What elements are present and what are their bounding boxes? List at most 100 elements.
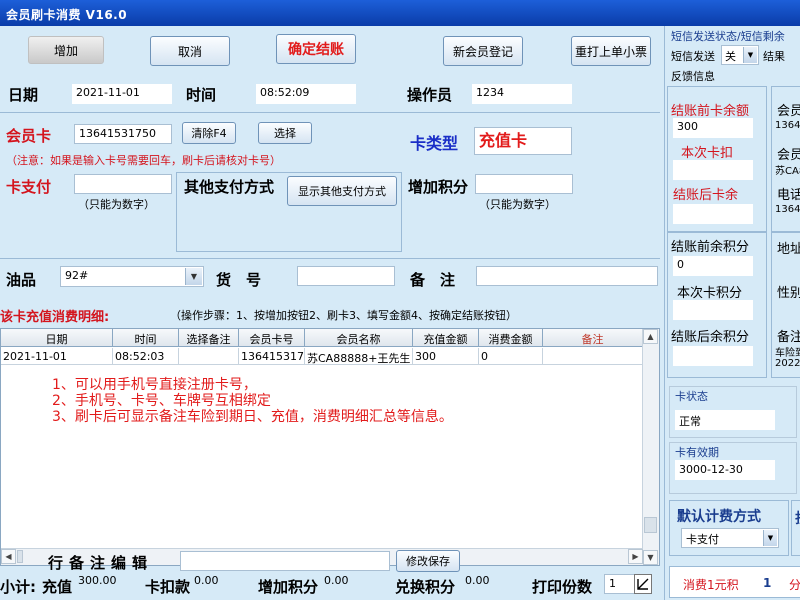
column-header[interactable]: 备注 [543, 329, 643, 346]
exchange-points-value: 0.00 [465, 574, 490, 587]
window-title: 会员刷卡消费 V16.0 [6, 8, 128, 22]
sidebar-remark-label: 备注 [777, 330, 800, 345]
card-status-value: 正常 [675, 410, 775, 430]
points-this-label: 本次卡积分 [677, 286, 743, 301]
date-label: 日期 [8, 86, 39, 104]
clear-card-button[interactable]: 清除F4 [182, 122, 236, 144]
fuel-label: 油品 [6, 271, 37, 289]
divider [0, 112, 660, 113]
member-label: 会员 [777, 104, 800, 119]
card-type-label: 卡类型 [410, 134, 459, 153]
operator-field[interactable]: 1234 [472, 84, 572, 104]
sms-send-select[interactable]: 关 ▼ [721, 45, 759, 65]
column-header[interactable]: 会员名称 [305, 329, 413, 346]
card-deduct-value: 0.00 [194, 574, 219, 587]
time-label: 时间 [186, 86, 217, 104]
chevron-down-icon[interactable]: ▼ [763, 530, 777, 546]
detail-title: 该卡充值消费明细: [0, 310, 110, 325]
detail-table[interactable]: 日期 时间 选择备注 会员卡号 会员名称 充值金额 消费金额 备注 2021-1… [0, 328, 660, 566]
new-member-button[interactable]: 新会员登记 [443, 36, 523, 66]
column-header[interactable]: 充值金额 [413, 329, 479, 346]
note-line: 3、刷卡后可显示备注车险到期日、充值，消费明细汇总等信息。 [52, 409, 453, 425]
scroll-up-icon[interactable]: ▲ [643, 329, 658, 344]
subtotal-label: 小计: [0, 578, 36, 596]
remark-input[interactable] [476, 266, 658, 286]
cancel-button[interactable]: 取消 [150, 36, 230, 66]
row-remark-input[interactable] [180, 551, 390, 571]
table-row[interactable]: 2021-11-01 08:52:03 13641531750 苏CA88888… [1, 348, 643, 365]
add-points-label: 增加积分 [408, 178, 469, 196]
table-cell: 0 [479, 348, 543, 364]
phone-value: 13641 [775, 204, 800, 215]
column-header[interactable]: 消费金额 [479, 329, 543, 346]
sms-status-label: 短信发送状态/短信剩余 [671, 30, 785, 43]
title-bar: 会员刷卡消费 V16.0 [0, 0, 800, 26]
feedback-label: 反馈信息 [671, 70, 715, 83]
fuel-select[interactable]: 92# ▼ [60, 266, 204, 287]
goods-number-input[interactable] [297, 266, 395, 286]
balance-after-value [673, 204, 753, 224]
card-type-field: 充值卡 [474, 127, 572, 155]
vertical-scrollbar[interactable]: ▲ ▼ [642, 329, 659, 565]
billing-select[interactable]: 卡支付 ▼ [681, 528, 779, 548]
scroll-left-icon[interactable]: ◀ [1, 549, 16, 564]
goods-number-label: 货 号 [216, 271, 262, 289]
member-card-input[interactable]: 13641531750 [74, 124, 172, 144]
chevron-down-icon[interactable]: ▼ [185, 268, 202, 285]
card-input-notice: （注意：如果是输入卡号需要回车，刷卡后请核对卡号） [6, 154, 281, 167]
points-before-value: 0 [673, 256, 753, 276]
time-field[interactable]: 08:52:09 [256, 84, 356, 104]
print-copies-input[interactable]: 1 [604, 574, 638, 594]
column-header[interactable]: 选择备注 [179, 329, 239, 346]
date-field[interactable]: 2021-11-01 [72, 84, 172, 104]
result-label: 结果 [763, 50, 785, 63]
sidebar-remark-value2: 2022- [775, 358, 800, 369]
column-header[interactable]: 时间 [113, 329, 179, 346]
address-label: 地址 [777, 242, 800, 257]
deduct-label: 本次卡扣 [681, 146, 734, 161]
card-pay-input[interactable] [74, 174, 172, 194]
column-header[interactable]: 日期 [1, 329, 113, 346]
points-this-value [673, 300, 753, 320]
consumption-value: 1 [763, 576, 772, 590]
fuel-value: 92# [65, 269, 89, 282]
sidebar-remark-value1: 车险到 [775, 348, 800, 359]
scroll-right-icon[interactable]: ▶ [628, 549, 643, 564]
operator-label: 操作员 [407, 86, 453, 104]
discount-label: 折 [795, 508, 800, 528]
other-payment-label: 其他支付方式 [184, 178, 275, 196]
card-status-label: 卡状态 [675, 390, 708, 403]
card-expiry-label: 卡有效期 [675, 446, 719, 459]
deduct-value [673, 160, 753, 180]
points-after-value [673, 346, 753, 366]
balance-before-label: 结账前卡余额 [671, 104, 750, 119]
member-value: 13641 [775, 120, 800, 131]
reprint-receipt-button[interactable]: 重打上单小票 [571, 36, 651, 66]
card-deduct-label: 卡扣款 [145, 578, 191, 596]
add-points-input[interactable] [475, 174, 573, 194]
scroll-thumb[interactable] [644, 517, 657, 533]
scroll-thumb[interactable] [17, 550, 23, 563]
chevron-down-icon[interactable]: ▼ [743, 47, 757, 63]
confirm-checkout-button[interactable]: 确定结账 [276, 34, 356, 64]
recharge-label: 充值 [42, 578, 73, 596]
gender-label: 性别 [777, 286, 800, 301]
table-cell: 08:52:03 [113, 348, 179, 364]
select-card-button[interactable]: 选择 [258, 122, 312, 144]
phone-label: 电话 [777, 188, 800, 203]
operation-steps: （操作步骤：1、按增加按钮2、刷卡3、填写金额4、按确定结账按钮） [170, 309, 517, 322]
card-pay-hint: （只能为数字） [78, 198, 155, 211]
row-remark-label: 行备注编辑 [48, 554, 154, 572]
main-panel: 增加 取消 确定结账 新会员登记 重打上单小票 日期 2021-11-01 时间… [0, 26, 664, 600]
add-button[interactable]: 增加 [28, 36, 104, 64]
table-cell: 2021-11-01 [1, 348, 113, 364]
table-header: 日期 时间 选择备注 会员卡号 会员名称 充值金额 消费金额 备注 [1, 329, 643, 347]
print-icon[interactable] [634, 574, 652, 594]
show-other-payment-button[interactable]: 显示其他支付方式 [287, 176, 397, 206]
column-header[interactable]: 会员卡号 [239, 329, 305, 346]
recharge-value: 300.00 [78, 574, 117, 587]
right-sidebar: 短信发送状态/短信剩余 短信发送 关 ▼ 结果 反馈信息 结账前卡余额 300 … [664, 26, 800, 600]
print-copies-label: 打印份数 [532, 578, 593, 596]
scroll-down-icon[interactable]: ▼ [643, 550, 658, 565]
save-remark-button[interactable]: 修改保存 [396, 550, 460, 572]
